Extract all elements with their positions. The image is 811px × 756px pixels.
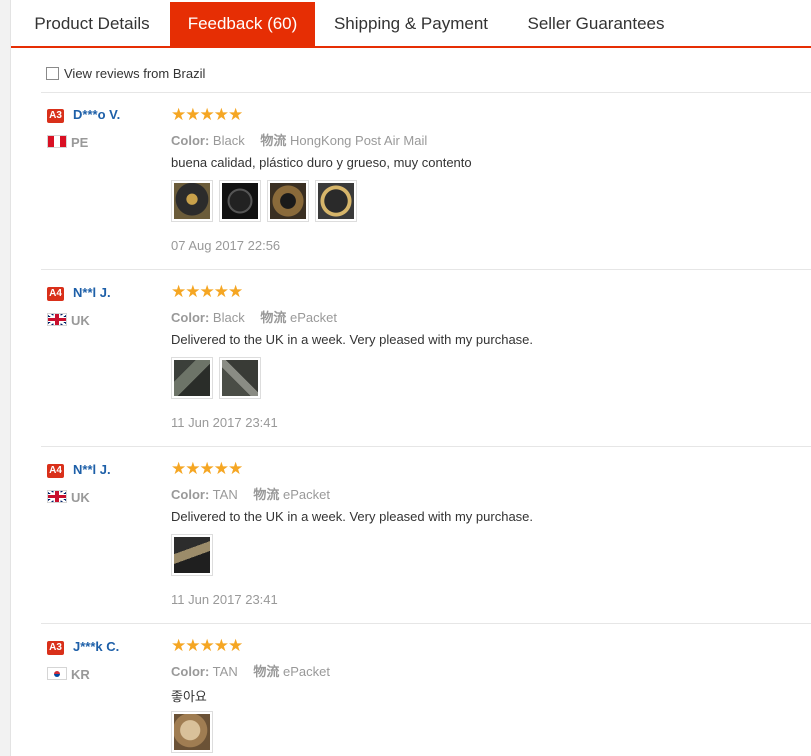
divider <box>41 446 811 447</box>
brazil-filter[interactable]: View reviews from Brazil <box>46 64 205 82</box>
reviewer-name[interactable]: J***k C. <box>73 639 119 654</box>
tab-bar: Product Details Feedback (60) Shipping &… <box>11 0 811 48</box>
color-value: Black <box>212 310 245 325</box>
divider <box>41 92 811 93</box>
shipping-value: ePacket <box>282 664 330 679</box>
reviewer-country: PE <box>71 135 89 150</box>
review-attributes: Color: TAN 物流 ePacket <box>171 661 330 680</box>
page-background: Product Details Feedback (60) Shipping &… <box>0 0 811 756</box>
star-rating: ★★★★★ <box>171 459 243 478</box>
buyer-level-badge: A3 <box>47 641 64 655</box>
reviewer-name[interactable]: N**l J. <box>73 462 111 477</box>
review-text: buena calidad, plástico duro y grueso, m… <box>171 155 472 170</box>
korea-flag-icon <box>47 667 67 680</box>
review-date: 07 Aug 2017 22:56 <box>171 238 281 253</box>
review-date: 11 Jun 2017 23:41 <box>171 592 278 607</box>
star-rating: ★★★★★ <box>171 105 243 124</box>
review-photo[interactable] <box>219 180 261 222</box>
shipping-label: 物流 <box>253 487 280 502</box>
review-photo[interactable] <box>267 180 309 222</box>
review-photo[interactable] <box>171 534 213 576</box>
star-rating: ★★★★★ <box>171 636 243 655</box>
review-attributes: Color: Black 物流 ePacket <box>171 307 337 326</box>
review-photo[interactable] <box>171 711 213 753</box>
review-attributes: Color: TAN 物流 ePacket <box>171 484 330 503</box>
color-value: TAN <box>212 487 238 502</box>
review-text: Delivered to the UK in a week. Very plea… <box>171 332 534 347</box>
color-label: Color: <box>171 310 210 325</box>
tab-seller-guarantees[interactable]: Seller Guarantees <box>516 2 676 46</box>
shipping-label: 物流 <box>260 310 287 325</box>
uk-flag-icon <box>47 313 67 326</box>
review-text: Delivered to the UK in a week. Very plea… <box>171 509 534 524</box>
uk-flag-icon <box>47 490 67 503</box>
divider <box>41 269 811 270</box>
reviewer-name[interactable]: D***o V. <box>73 107 120 122</box>
shipping-value: ePacket <box>282 487 330 502</box>
color-value: TAN <box>212 664 238 679</box>
star-rating: ★★★★★ <box>171 282 243 301</box>
shipping-value: ePacket <box>289 310 337 325</box>
buyer-level-badge: A4 <box>47 287 64 301</box>
review-attributes: Color: Black 物流 HongKong Post Air Mail <box>171 130 427 149</box>
divider <box>41 623 811 624</box>
reviewer-country: KR <box>71 667 90 682</box>
buyer-level-badge: A4 <box>47 464 64 478</box>
review-date: 11 Jun 2017 23:41 <box>171 415 278 430</box>
review-photo[interactable] <box>171 357 213 399</box>
review-photos <box>171 534 213 576</box>
color-value: Black <box>212 133 245 148</box>
peru-flag-icon <box>47 135 67 148</box>
brazil-filter-checkbox[interactable] <box>46 66 59 80</box>
tab-product-details[interactable]: Product Details <box>17 2 167 46</box>
feedback-panel: Product Details Feedback (60) Shipping &… <box>10 0 811 756</box>
shipping-label: 物流 <box>260 133 287 148</box>
review-text: 좋아요 <box>171 689 207 704</box>
color-label: Color: <box>171 133 210 148</box>
tab-feedback[interactable]: Feedback (60) <box>170 2 315 46</box>
review-photos <box>171 711 213 753</box>
brazil-filter-label: View reviews from Brazil <box>64 65 206 81</box>
review-photos <box>171 357 261 399</box>
color-label: Color: <box>171 487 210 502</box>
shipping-label: 物流 <box>253 664 280 679</box>
tab-shipping-payment[interactable]: Shipping & Payment <box>321 2 501 46</box>
review-photo[interactable] <box>219 357 261 399</box>
reviewer-country: UK <box>71 313 90 328</box>
color-label: Color: <box>171 664 210 679</box>
reviewer-country: UK <box>71 490 90 505</box>
buyer-level-badge: A3 <box>47 109 64 123</box>
review-photo[interactable] <box>171 180 213 222</box>
reviewer-name[interactable]: N**l J. <box>73 285 111 300</box>
shipping-value: HongKong Post Air Mail <box>289 133 428 148</box>
review-photo[interactable] <box>315 180 357 222</box>
review-photos <box>171 180 357 222</box>
